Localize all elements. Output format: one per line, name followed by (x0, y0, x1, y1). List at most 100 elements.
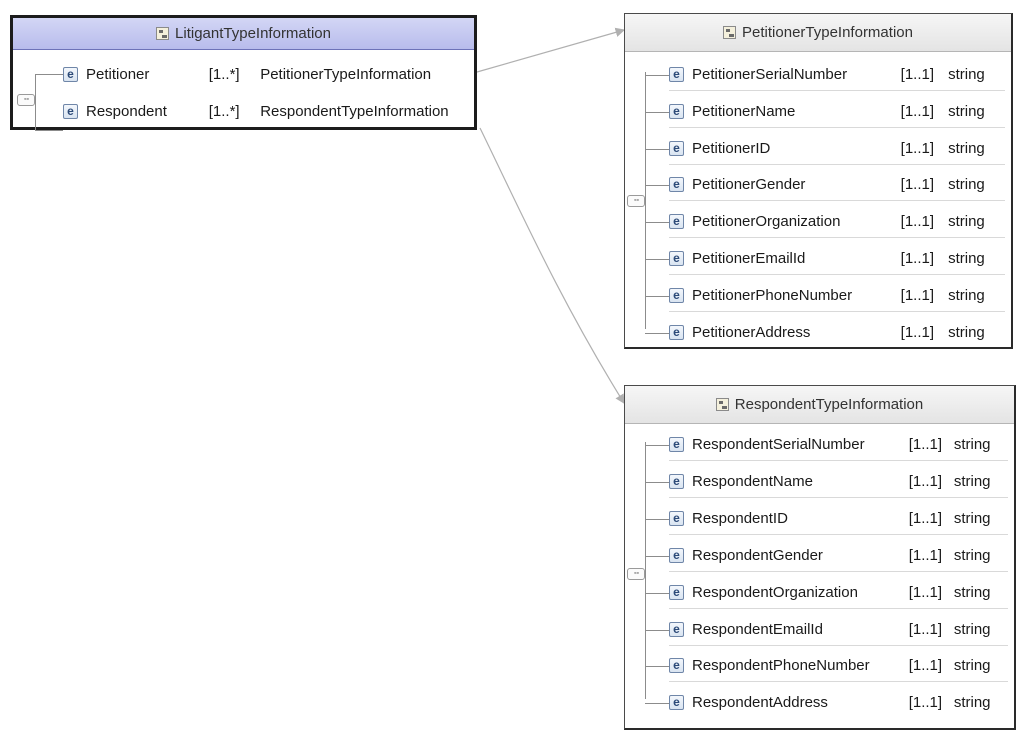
element-icon: e (669, 250, 684, 266)
litigant-element-row[interactable]: e Petitioner [1..*] PetitionerTypeInformati… (63, 58, 468, 90)
element-cardinality: [1..1] (908, 656, 943, 674)
element-icon: e (669, 325, 684, 340)
element-type: PetitionerTypeInformation (260, 65, 432, 83)
respondent-element-row[interactable]: e RespondentAddress [1..1] string (669, 686, 1008, 719)
respondent-element-row[interactable]: e RespondentName [1..1] string (669, 465, 1008, 498)
element-name: PetitionerPhoneNumber (692, 286, 853, 304)
element-type: string (948, 324, 985, 341)
element-name: RespondentOrganization (692, 583, 858, 601)
element-name: PetitionerGender (692, 175, 806, 193)
element-cardinality: [1..1] (908, 583, 943, 601)
element-type: string (953, 472, 991, 490)
element-name: PetitionerAddress (692, 324, 811, 341)
respondent-element-row[interactable]: e RespondentSerialNumber [1..1] string (669, 428, 1008, 461)
element-type: string (953, 435, 991, 453)
element-icon: e (669, 436, 684, 452)
element-icon: e (63, 103, 78, 119)
element-type: string (948, 175, 985, 193)
litigant-type-box[interactable]: LitigantTypeInformation ▫▫▫ e Petitioner [… (10, 15, 477, 131)
element-type: string (953, 694, 991, 711)
petitioner-type-header[interactable]: PetitionerTypeInformation (625, 14, 1011, 52)
element-cardinality: [1..1] (900, 175, 935, 193)
element-icon: e (669, 176, 684, 192)
element-type: string (948, 65, 985, 83)
respondent-element-row[interactable]: e RespondentOrganization [1..1] string (669, 576, 1008, 609)
element-type: string (948, 139, 985, 157)
element-icon: e (669, 66, 684, 82)
element-cardinality: [1..1] (900, 65, 935, 83)
element-cardinality: [1..1] (900, 102, 935, 120)
respondent-element-row[interactable]: e RespondentEmailId [1..1] string (669, 613, 1008, 646)
petitioner-type-box[interactable]: PetitionerTypeInformation ▫▫▫ e Petitione… (624, 13, 1013, 349)
element-type: string (953, 509, 991, 527)
element-type: string (953, 620, 991, 638)
element-name: RespondentAddress (692, 694, 828, 711)
respondent-type-header[interactable]: RespondentTypeInformation (625, 386, 1014, 424)
petitioner-element-row[interactable]: e PetitionerAddress [1..1] string (669, 316, 1005, 349)
litigant-type-header[interactable]: LitigantTypeInformation (13, 18, 474, 50)
complex-type-icon (156, 27, 170, 40)
petitioner-element-row[interactable]: e PetitionerPhoneNumber [1..1] string (669, 279, 1005, 312)
element-type: string (948, 286, 985, 304)
petitioner-element-row[interactable]: e PetitionerID [1..1] string (669, 132, 1005, 165)
element-name: PetitionerOrganization (692, 212, 841, 230)
element-cardinality: [1..1] (908, 620, 943, 638)
element-name: PetitionerID (692, 139, 771, 157)
element-icon: e (669, 213, 684, 229)
element-type: string (948, 212, 985, 230)
element-type: RespondentTypeInformation (260, 102, 449, 120)
element-cardinality: [1..1] (908, 472, 943, 490)
element-name: PetitionerSerialNumber (692, 65, 848, 83)
petitioner-type-title: PetitionerTypeInformation (742, 24, 913, 41)
element-icon: e (669, 103, 684, 119)
element-cardinality: [1..1] (908, 509, 943, 527)
respondent-element-row[interactable]: e RespondentID [1..1] string (669, 502, 1008, 535)
connector-petitioner (469, 27, 626, 75)
respondent-element-row[interactable]: e RespondentGender [1..1] string (669, 539, 1008, 572)
element-icon: e (669, 584, 684, 600)
petitioner-element-row[interactable]: e PetitionerEmailId [1..1] string (669, 242, 1005, 275)
element-type: string (953, 656, 991, 674)
element-icon: e (669, 510, 684, 526)
element-name: RespondentEmailId (692, 620, 823, 638)
connector-respondent (479, 127, 625, 405)
element-cardinality: [1..*] (208, 102, 240, 120)
respondent-type-box[interactable]: RespondentTypeInformation ▫▫▫ e Responden… (624, 385, 1016, 730)
element-name: RespondentSerialNumber (692, 435, 865, 453)
petitioner-element-row[interactable]: e PetitionerSerialNumber [1..1] string (669, 58, 1005, 91)
element-cardinality: [1..1] (900, 139, 935, 157)
element-name: Respondent (86, 102, 167, 120)
element-icon: e (669, 621, 684, 637)
element-name: Petitioner (86, 65, 150, 83)
element-name: RespondentGender (692, 546, 823, 564)
element-type: string (953, 546, 991, 564)
element-cardinality: [1..1] (900, 249, 935, 267)
element-name: RespondentID (692, 509, 788, 527)
element-cardinality: [1..1] (900, 286, 935, 304)
element-icon: e (669, 287, 684, 303)
respondent-type-title: RespondentTypeInformation (734, 396, 924, 413)
complex-type-icon (715, 398, 729, 411)
element-icon: e (669, 473, 684, 489)
sequence-icon: ▫▫▫ (627, 568, 645, 580)
element-name: RespondentPhoneNumber (692, 656, 870, 674)
sequence-icon: ▫▫▫ (627, 195, 645, 207)
complex-type-icon (723, 26, 737, 39)
element-icon: e (63, 66, 78, 82)
element-type: string (948, 249, 985, 267)
element-cardinality: [1..1] (908, 694, 943, 711)
petitioner-element-row[interactable]: e PetitionerGender [1..1] string (669, 168, 1005, 201)
element-cardinality: [1..1] (908, 546, 943, 564)
sequence-icon: ▫▫▫ (17, 94, 35, 106)
litigant-element-row[interactable]: e Respondent [1..*] RespondentTypeInformati… (63, 95, 468, 127)
respondent-element-row[interactable]: e RespondentPhoneNumber [1..1] string (669, 649, 1008, 682)
element-name: RespondentName (692, 472, 813, 490)
element-type: string (948, 102, 985, 120)
element-icon: e (669, 547, 684, 563)
petitioner-element-row[interactable]: e PetitionerOrganization [1..1] string (669, 205, 1005, 238)
element-cardinality: [1..1] (900, 324, 935, 341)
petitioner-element-row[interactable]: e PetitionerName [1..1] string (669, 95, 1005, 128)
element-type: string (953, 583, 991, 601)
element-icon: e (669, 140, 684, 156)
element-name: PetitionerName (692, 102, 796, 120)
